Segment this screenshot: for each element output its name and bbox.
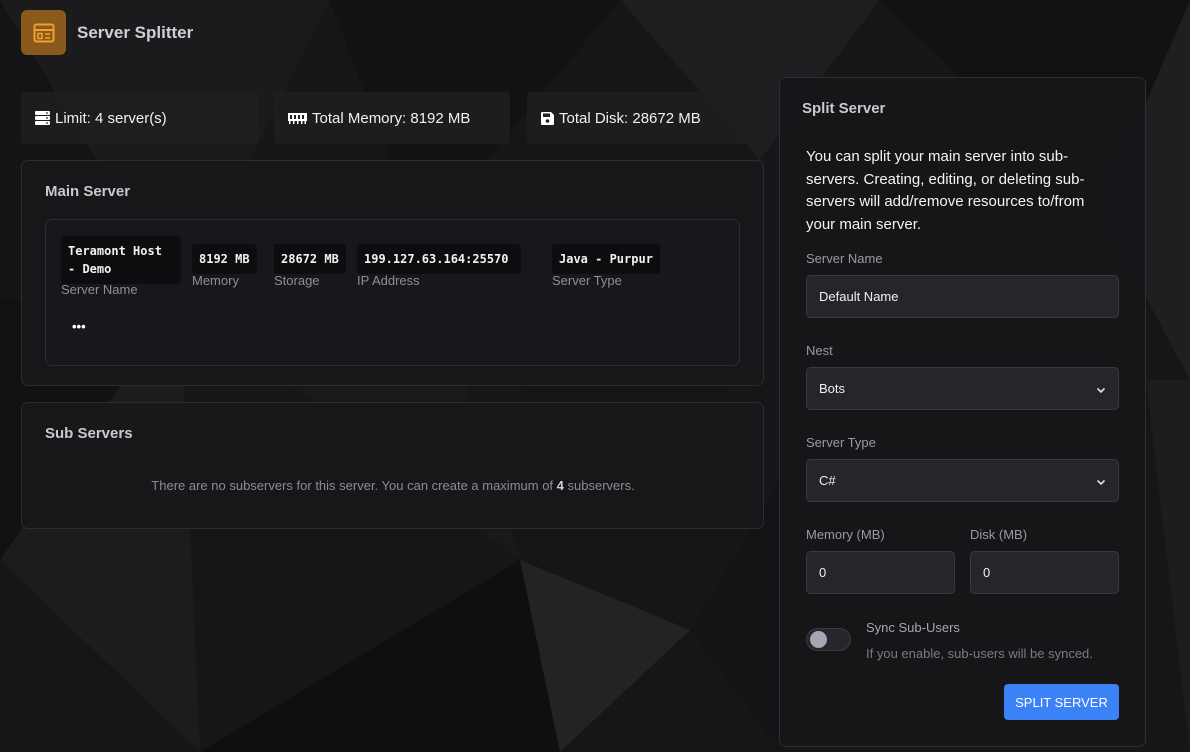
memory-input[interactable]: 0 <box>806 551 955 594</box>
storage-value: 28672 MB <box>274 244 346 274</box>
sync-sub-users-help: If you enable, sub-users will be synced. <box>866 646 1093 661</box>
stat-memory-text: Total Memory: 8192 MB <box>312 109 471 127</box>
server-name-input[interactable]: Default Name <box>806 275 1119 318</box>
stat-disk: Total Disk: 28672 MB <box>527 92 764 144</box>
empty-prefix: There are no subservers for this server.… <box>151 478 557 493</box>
server-type-field-label: Server Type <box>806 435 876 450</box>
split-server-description: You can split your main server into sub-… <box>806 148 1085 233</box>
memory-icon <box>288 112 307 124</box>
memory-value: 8192 MB <box>192 244 257 274</box>
server-name-label: Server Name <box>61 282 138 297</box>
sub-servers-card: Sub Servers There are no subservers for … <box>21 402 764 529</box>
ip-address-label: IP Address <box>357 273 420 288</box>
empty-suffix: subservers. <box>563 478 635 493</box>
server-list-icon <box>35 111 50 125</box>
disk-input[interactable]: 0 <box>970 551 1119 594</box>
save-disk-icon <box>541 111 554 125</box>
stat-limit-text: Limit: 4 server(s) <box>55 109 167 127</box>
memory-input-value: 0 <box>819 565 827 580</box>
split-server-title: Split Server <box>802 100 886 117</box>
ip-address-value: 199.127.63.164:25570 <box>357 244 521 274</box>
nest-select-value: Bots <box>819 381 846 396</box>
memory-field-label: Memory (MB) <box>806 527 885 542</box>
sub-servers-title: Sub Servers <box>45 425 133 442</box>
empty-count: 4 <box>556 478 564 493</box>
server-name-input-value: Default Name <box>819 289 899 304</box>
sync-sub-users-label: Sync Sub-Users <box>866 620 960 635</box>
server-type-label: Server Type <box>552 273 622 288</box>
chevron-down-icon <box>1096 475 1106 490</box>
server-type-select-value: C# <box>819 473 836 488</box>
split-server-panel: Split Server You can split your main ser… <box>779 77 1146 747</box>
toggle-knob <box>810 631 827 648</box>
stat-memory: Total Memory: 8192 MB <box>274 92 510 144</box>
stat-disk-text: Total Disk: 28672 MB <box>559 109 701 127</box>
server-name-field-label: Server Name <box>806 251 883 266</box>
server-type-value: Java - Purpur <box>552 244 660 274</box>
disk-input-value: 0 <box>983 565 991 580</box>
disk-field-label: Disk (MB) <box>970 527 1028 542</box>
stat-limit: Limit: 4 server(s) <box>21 92 258 144</box>
more-options-button[interactable]: ••• <box>72 319 86 334</box>
server-name-value: Teramont Host - Demo <box>61 236 181 284</box>
nest-select[interactable]: Bots <box>806 367 1119 410</box>
storage-label: Storage <box>274 273 320 288</box>
main-server-details: Teramont Host - Demo Server Name 8192 MB… <box>45 219 740 366</box>
app-logo-icon <box>21 10 66 55</box>
server-type-select[interactable]: C# <box>806 459 1119 502</box>
chevron-down-icon <box>1096 383 1106 398</box>
nest-label: Nest <box>806 343 833 358</box>
split-server-button[interactable]: SPLIT SERVER <box>1004 684 1119 720</box>
main-server-card: Main Server Teramont Host - Demo Server … <box>21 160 764 386</box>
sync-sub-users-toggle[interactable] <box>806 628 851 651</box>
sub-servers-empty-message: There are no subservers for this server.… <box>22 478 764 493</box>
main-server-title: Main Server <box>45 183 131 200</box>
memory-label: Memory <box>192 273 239 288</box>
app-title: Server Splitter <box>77 23 194 42</box>
